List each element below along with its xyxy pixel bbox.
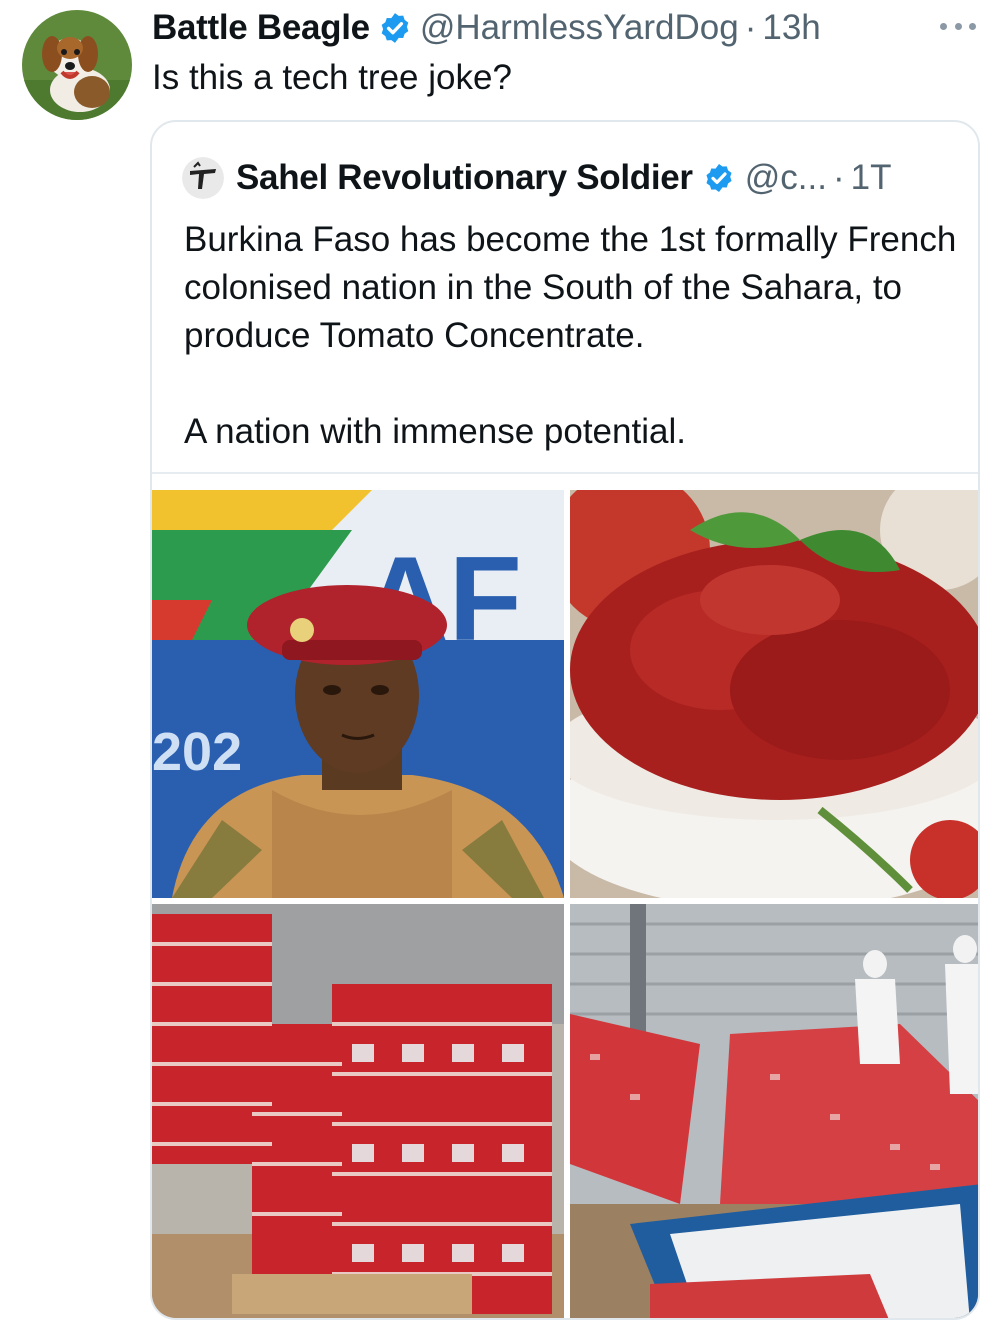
beagle-avatar[interactable] bbox=[22, 10, 132, 120]
media-grid: AF 202 bbox=[152, 490, 978, 1318]
more-dots-icon[interactable] bbox=[940, 16, 976, 36]
quoted-header-separator: · bbox=[832, 158, 845, 197]
tweet-timestamp[interactable]: 13h bbox=[762, 8, 820, 48]
sign-year: 202 bbox=[152, 722, 242, 782]
author-display-name[interactable]: Battle Beagle bbox=[152, 8, 370, 48]
author-handle[interactable]: @HarmlessYardDog bbox=[420, 8, 739, 48]
quoted-author-handle[interactable]: @c... bbox=[745, 158, 827, 198]
tweet-text: Is this a tech tree joke? bbox=[152, 58, 512, 97]
divider bbox=[152, 472, 978, 474]
quoted-tweet-text: Burkina Faso has become the 1st formally… bbox=[184, 216, 964, 456]
header-separator: · bbox=[744, 8, 757, 47]
photo-tomato-paste-bowl[interactable] bbox=[570, 490, 978, 898]
verified-badge-icon bbox=[703, 162, 735, 194]
tweet-header: Battle Beagle @HarmlessYardDog · 13h bbox=[152, 6, 821, 50]
quoted-text-paragraph-1: Burkina Faso has become the 1st formally… bbox=[184, 220, 957, 355]
quoted-author-avatar bbox=[182, 157, 224, 199]
photo-tomato-sachets-factory[interactable] bbox=[570, 904, 978, 1318]
photo-soldier-red-beret[interactable]: AF 202 bbox=[152, 490, 564, 898]
quoted-tweet-card[interactable]: Sahel Revolutionary Soldier @c... · 1T B… bbox=[150, 120, 980, 1320]
photo-tomato-cans-stacked[interactable] bbox=[152, 904, 564, 1318]
tweet[interactable]: Battle Beagle @HarmlessYardDog · 13h Is … bbox=[0, 0, 1000, 1324]
quoted-tweet-header: Sahel Revolutionary Soldier @c... · 1T bbox=[182, 156, 891, 200]
verified-badge-icon bbox=[378, 11, 412, 45]
quoted-tweet-timestamp[interactable]: 1T bbox=[851, 158, 892, 198]
quoted-text-paragraph-2: A nation with immense potential. bbox=[184, 412, 686, 451]
quoted-author-display-name[interactable]: Sahel Revolutionary Soldier bbox=[236, 158, 693, 198]
